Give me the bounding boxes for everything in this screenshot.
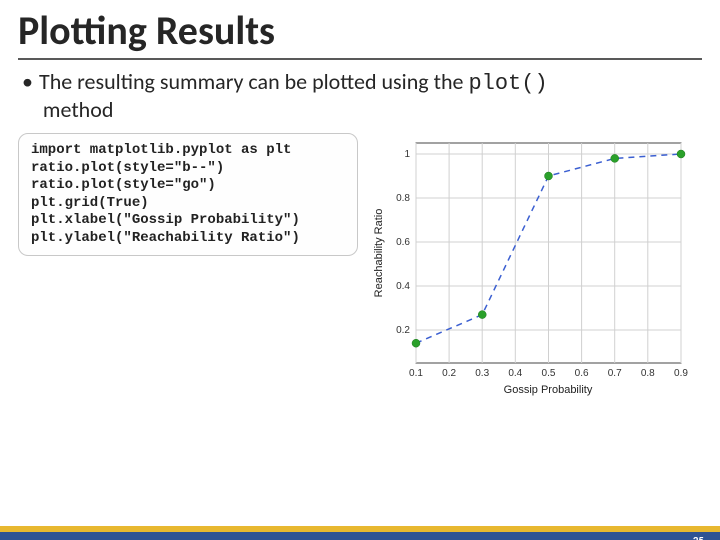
svg-text:0.6: 0.6	[396, 237, 410, 248]
svg-text:0.4: 0.4	[396, 281, 410, 292]
svg-text:0.1: 0.1	[409, 368, 423, 379]
svg-text:0.8: 0.8	[396, 193, 410, 204]
footer-band	[0, 532, 720, 540]
slide-title: Plotting Results	[18, 10, 720, 52]
y-axis: 0.2 0.4 0.6 0.8 1	[396, 149, 410, 336]
svg-text:1: 1	[404, 149, 410, 160]
content-row: import matplotlib.pyplot as plt ratio.pl…	[0, 133, 720, 403]
svg-text:0.8: 0.8	[641, 368, 655, 379]
svg-text:0.9: 0.9	[674, 368, 688, 379]
svg-text:0.6: 0.6	[575, 368, 589, 379]
code-pre: import matplotlib.pyplot as plt ratio.pl…	[31, 142, 345, 247]
bullet-line: •The resulting summary can be plotted us…	[22, 68, 698, 123]
page-number: 25	[693, 534, 704, 540]
bullet-text-suffix: method	[38, 96, 113, 123]
code-block: import matplotlib.pyplot as plt ratio.pl…	[18, 133, 358, 256]
svg-text:0.5: 0.5	[542, 368, 556, 379]
svg-text:0.7: 0.7	[608, 368, 622, 379]
svg-text:0.4: 0.4	[508, 368, 522, 379]
slide: Plotting Results •The resulting summary …	[0, 10, 720, 540]
x-axis-label: Gossip Probability	[504, 384, 593, 396]
svg-text:0.3: 0.3	[475, 368, 489, 379]
chart: 0.1 0.2 0.3 0.4 0.5 0.6 0.7 0.8 0.9 0.2 …	[368, 133, 698, 403]
chart-svg: 0.1 0.2 0.3 0.4 0.5 0.6 0.7 0.8 0.9 0.2 …	[368, 133, 698, 403]
x-axis: 0.1 0.2 0.3 0.4 0.5 0.6 0.7 0.8 0.9	[409, 368, 688, 379]
title-divider	[18, 58, 702, 60]
bullet-text-prefix: The resulting summary can be plotted usi…	[39, 68, 468, 95]
svg-text:0.2: 0.2	[442, 368, 456, 379]
bullet-code: plot()	[468, 71, 547, 96]
footer: 25	[0, 520, 720, 540]
y-axis-label: Reachability Ratio	[373, 209, 385, 298]
bullet-dot: •	[22, 68, 33, 95]
svg-text:0.2: 0.2	[396, 325, 410, 336]
